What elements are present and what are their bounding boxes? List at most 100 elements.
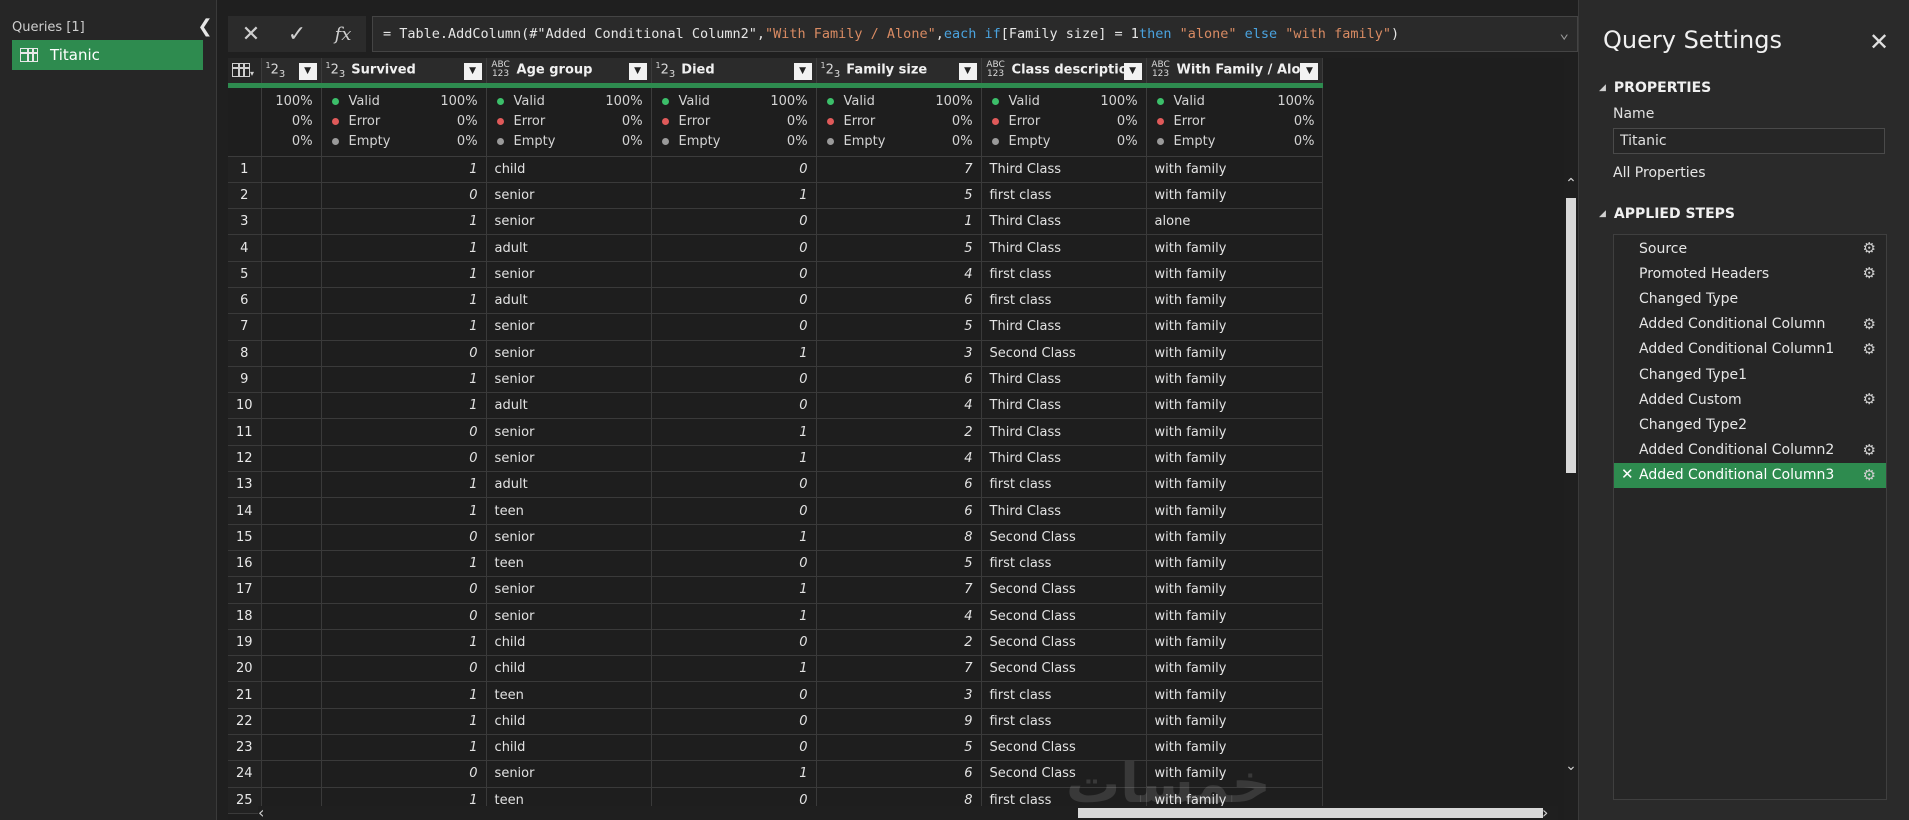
table-cell[interactable]: senior [486, 445, 652, 473]
table-cell[interactable]: 0 [651, 629, 817, 657]
applied-step[interactable]: Changed Type2 [1614, 412, 1886, 437]
table-cell[interactable] [261, 340, 322, 367]
table-cell[interactable]: 1 [321, 366, 487, 394]
row-number[interactable]: 3 [228, 208, 262, 236]
table-cell[interactable]: Third Class [981, 156, 1147, 183]
fx-icon[interactable]: fx [320, 16, 366, 52]
table-cell[interactable]: 5 [816, 734, 982, 762]
table-cell[interactable]: 4 [816, 445, 982, 473]
table-cell[interactable]: 1 [321, 261, 487, 288]
row-number[interactable]: 20 [228, 655, 262, 683]
row-number[interactable]: 14 [228, 497, 262, 525]
table-cell[interactable]: first class [981, 550, 1147, 578]
table-cell[interactable]: with family [1146, 524, 1324, 551]
table-cell[interactable]: with family [1146, 340, 1324, 367]
applied-step[interactable]: Changed Type1 [1614, 362, 1886, 387]
collapse-queries-icon[interactable]: ❮ [196, 16, 214, 38]
table-cell[interactable]: first class [981, 287, 1147, 315]
table-cell[interactable]: Third Class [981, 208, 1147, 236]
table-cell[interactable] [261, 234, 322, 262]
table-cell[interactable] [261, 681, 322, 709]
table-row[interactable]: 9 1 senior 0 6 Third Class with family [228, 366, 1324, 394]
table-cell[interactable]: senior [486, 760, 652, 788]
table-cell[interactable] [261, 445, 322, 473]
row-number[interactable]: 6 [228, 287, 262, 315]
table-cell[interactable]: 0 [321, 603, 487, 630]
row-number[interactable]: 4 [228, 234, 262, 262]
column-type-icon[interactable]: 123 [326, 61, 346, 79]
table-cell[interactable]: 1 [321, 471, 487, 499]
table-cell[interactable]: senior [486, 418, 652, 446]
row-number[interactable]: 9 [228, 366, 262, 394]
row-number[interactable]: 23 [228, 734, 262, 762]
column-filter-dropdown-icon[interactable]: ▼ [628, 63, 647, 80]
query-item-titanic[interactable]: Titanic [12, 40, 203, 70]
table-cell[interactable]: first class [981, 471, 1147, 499]
column-type-icon[interactable]: 123 [266, 61, 286, 79]
table-cell[interactable]: child [486, 734, 652, 762]
table-cell[interactable]: 0 [651, 261, 817, 288]
table-cell[interactable]: 1 [651, 524, 817, 551]
table-cell[interactable]: alone [1146, 208, 1324, 236]
table-row[interactable]: 20 0 child 1 7 Second Class with family [228, 655, 1324, 683]
table-cell[interactable] [261, 392, 322, 420]
table-cell[interactable]: 0 [651, 497, 817, 525]
row-number[interactable]: 5 [228, 261, 262, 288]
table-cell[interactable] [261, 208, 322, 236]
table-cell[interactable]: Second Class [981, 576, 1147, 604]
table-cell[interactable]: 0 [651, 287, 817, 315]
table-cell[interactable]: Second Class [981, 655, 1147, 683]
table-cell[interactable]: adult [486, 471, 652, 499]
table-cell[interactable]: 0 [651, 313, 817, 341]
table-cell[interactable]: first class [981, 261, 1147, 288]
applied-step[interactable]: Added Conditional Column1 ⚙ [1614, 337, 1886, 362]
table-cell[interactable]: Second Class [981, 629, 1147, 657]
applied-step[interactable]: Added Custom ⚙ [1614, 387, 1886, 412]
table-cell[interactable]: with family [1146, 681, 1324, 709]
column-header[interactable]: 123 Family size ▼ [816, 58, 982, 88]
table-cell[interactable]: teen [486, 550, 652, 578]
table-cell[interactable]: 1 [651, 655, 817, 683]
table-row[interactable]: 4 1 adult 0 5 Third Class with family [228, 234, 1324, 262]
row-number[interactable]: 11 [228, 418, 262, 446]
table-cell[interactable]: with family [1146, 708, 1324, 736]
applied-step[interactable]: Promoted Headers ⚙ [1614, 261, 1886, 286]
table-cell[interactable]: 4 [816, 392, 982, 420]
table-cell[interactable]: with family [1146, 629, 1324, 657]
table-cell[interactable]: Third Class [981, 234, 1147, 262]
table-cell[interactable]: with family [1146, 313, 1324, 341]
table-row[interactable]: 8 0 senior 1 3 Second Class with family [228, 340, 1324, 367]
table-cell[interactable]: 0 [651, 681, 817, 709]
table-cell[interactable] [261, 182, 322, 210]
row-number[interactable]: 15 [228, 524, 262, 551]
table-cell[interactable]: child [486, 708, 652, 736]
table-cell[interactable]: 4 [816, 603, 982, 630]
column-filter-dropdown-icon[interactable]: ▼ [1300, 63, 1319, 80]
table-cell[interactable]: senior [486, 524, 652, 551]
applied-step[interactable]: Changed Type [1614, 286, 1886, 311]
properties-section[interactable]: ◢ PROPERTIES [1599, 80, 1711, 96]
all-properties-link[interactable]: All Properties [1613, 165, 1706, 181]
table-cell[interactable]: with family [1146, 366, 1324, 394]
column-header[interactable]: 123 Survived ▼ [321, 58, 487, 88]
table-row[interactable]: 21 1 teen 0 3 first class with family [228, 681, 1324, 709]
table-cell[interactable]: 7 [816, 576, 982, 604]
table-row[interactable]: 15 0 senior 1 8 Second Class with family [228, 524, 1324, 551]
table-cell[interactable]: with family [1146, 392, 1324, 420]
table-cell[interactable]: 1 [321, 156, 487, 183]
table-cell[interactable]: with family [1146, 182, 1324, 210]
table-row[interactable]: 6 1 adult 0 6 first class with family [228, 287, 1324, 315]
table-cell[interactable]: 1 [321, 234, 487, 262]
gear-icon[interactable]: ⚙ [1863, 390, 1876, 408]
table-cell[interactable]: 0 [651, 234, 817, 262]
table-cell[interactable]: 1 [651, 340, 817, 367]
name-input[interactable] [1613, 128, 1885, 154]
table-cell[interactable]: with family [1146, 156, 1324, 183]
vertical-scroll-thumb[interactable] [1566, 198, 1576, 473]
row-number[interactable]: 17 [228, 576, 262, 604]
table-row[interactable]: 3 1 senior 0 1 Third Class alone [228, 208, 1324, 236]
table-cell[interactable]: 9 [816, 708, 982, 736]
gear-icon[interactable]: ⚙ [1863, 239, 1876, 257]
table-cell[interactable]: Third Class [981, 445, 1147, 473]
table-cell[interactable]: senior [486, 208, 652, 236]
